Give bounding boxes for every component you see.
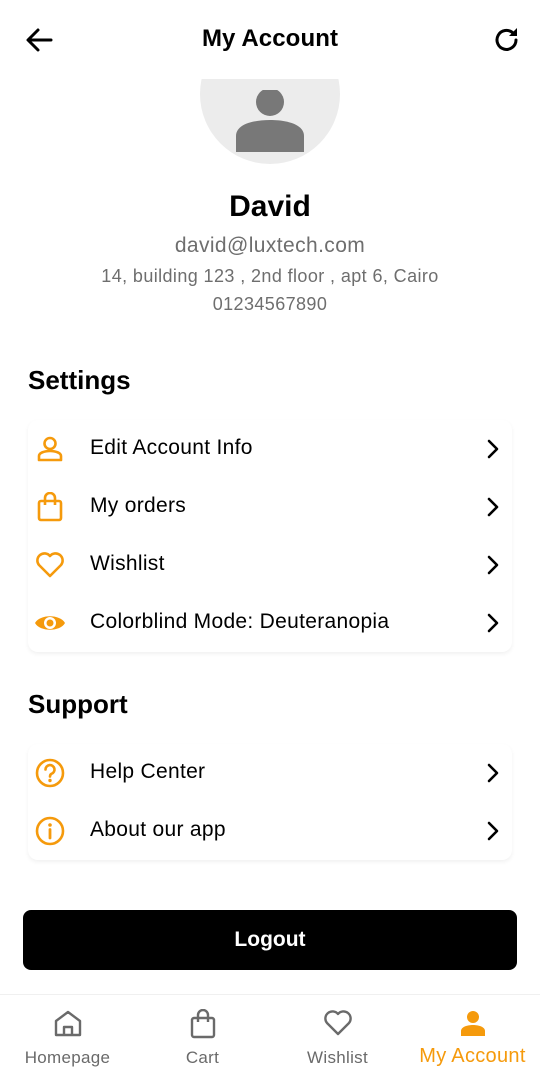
help-circle-icon <box>34 758 66 788</box>
chevron-right-icon <box>487 497 499 517</box>
settings-item-label: Edit Account Info <box>90 436 253 459</box>
chevron-right-icon <box>487 763 499 783</box>
support-item-label: Help Center <box>90 760 206 783</box>
chevron-right-icon <box>487 613 499 633</box>
heart-icon <box>34 550 66 580</box>
nav-item-label: Homepage <box>24 1048 111 1067</box>
nav-item-label: Cart <box>185 1048 220 1067</box>
support-section-title: Support <box>28 689 128 719</box>
nav-item-homepage[interactable]: Homepage <box>0 995 135 1079</box>
chevron-right-icon <box>487 555 499 575</box>
logout-button[interactable]: Logout <box>23 910 517 970</box>
chevron-right-icon <box>487 821 499 841</box>
shopping-bag-icon <box>34 492 66 522</box>
support-item-help-center[interactable]: Help Center <box>28 744 512 802</box>
person-icon <box>34 434 66 464</box>
heart-icon <box>323 1010 352 1036</box>
settings-item-colorblind-mode[interactable]: Colorblind Mode: Deuteranopia <box>28 594 512 652</box>
person-icon <box>460 1011 485 1036</box>
nav-item-cart[interactable]: Cart <box>135 995 270 1079</box>
refresh-icon[interactable] <box>492 25 522 55</box>
support-item-about-app[interactable]: About our app <box>28 802 512 860</box>
bottom-navigation: Homepage Cart Wishlist My Account <box>0 994 540 1079</box>
settings-card: Edit Account Info My orders Wishlist Col… <box>28 420 512 652</box>
profile-phone: 01234567890 <box>212 294 328 314</box>
nav-item-label: My Account <box>419 1045 526 1067</box>
settings-item-edit-account[interactable]: Edit Account Info <box>28 420 512 478</box>
profile-address: 14, building 123 , 2nd floor , apt 6, Ca… <box>101 266 439 286</box>
settings-item-label: Colorblind Mode: Deuteranopia <box>90 610 390 633</box>
support-item-label: About our app <box>90 818 226 841</box>
shopping-bag-icon <box>190 1009 215 1039</box>
info-icon <box>34 816 66 846</box>
settings-item-my-orders[interactable]: My orders <box>28 478 512 536</box>
page-title: My Account <box>201 25 339 52</box>
home-icon <box>54 1010 81 1037</box>
nav-item-label: Wishlist <box>307 1048 368 1067</box>
person-silhouette-icon <box>236 90 304 152</box>
profile-email: david@luxtech.com <box>174 234 366 257</box>
support-card: Help Center About our app <box>28 744 512 860</box>
settings-item-label: Wishlist <box>90 552 165 575</box>
eye-icon <box>34 608 66 638</box>
settings-item-label: My orders <box>90 494 187 517</box>
settings-section-title: Settings <box>28 365 131 395</box>
nav-item-wishlist[interactable]: Wishlist <box>270 995 405 1079</box>
app-bar: My Account <box>0 0 540 79</box>
chevron-right-icon <box>487 439 499 459</box>
settings-item-wishlist[interactable]: Wishlist <box>28 536 512 594</box>
profile-name: David <box>229 190 311 223</box>
nav-item-my-account[interactable]: My Account <box>405 995 540 1079</box>
